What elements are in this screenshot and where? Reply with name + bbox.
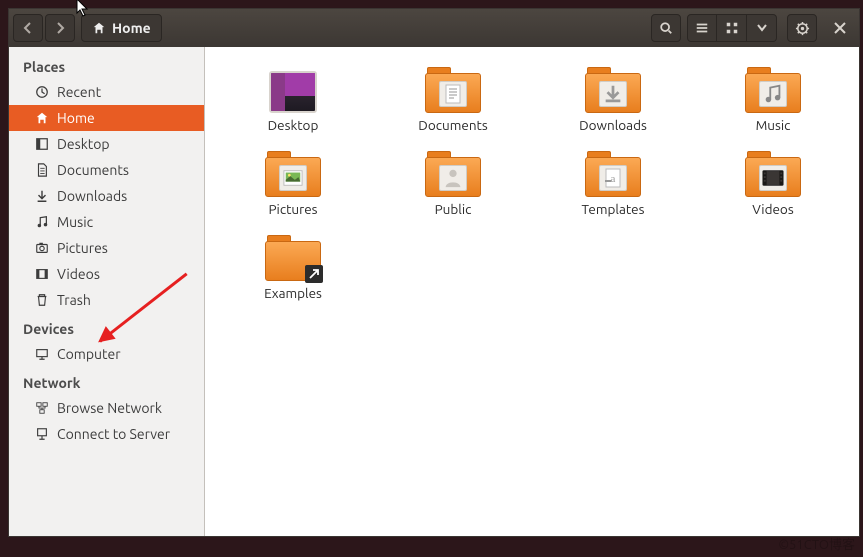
view-options-button[interactable]	[747, 14, 777, 42]
sidebar-item-browse-network[interactable]: Browse Network	[9, 395, 204, 421]
sidebar-item-label: Pictures	[57, 240, 108, 256]
file-label: Desktop	[268, 117, 319, 133]
watermark: ©51CTO博客	[778, 534, 855, 553]
file-label: Documents	[418, 117, 487, 133]
file-label: Downloads	[579, 117, 647, 133]
file-item-downloads[interactable]: Downloads	[565, 65, 661, 133]
file-label: Music	[756, 117, 791, 133]
camera-icon	[33, 241, 51, 255]
server-icon	[33, 427, 51, 441]
sidebar-item-label: Downloads	[57, 188, 127, 204]
sidebar-item-label: Trash	[57, 292, 91, 308]
desktop-icon	[33, 137, 51, 151]
forward-button[interactable]	[45, 14, 75, 42]
file-item-videos[interactable]: Videos	[725, 149, 821, 217]
sidebar-item-label: Computer	[57, 346, 121, 362]
template-emblem-icon: a	[599, 165, 627, 191]
gear-button[interactable]	[787, 14, 817, 42]
file-item-pictures[interactable]: Pictures	[245, 149, 341, 217]
trash-icon	[33, 293, 51, 307]
content-area: Places Recent Home Desktop Documents Download…	[9, 47, 859, 536]
file-item-public[interactable]: Public	[405, 149, 501, 217]
cursor-pointer-icon	[76, 0, 90, 18]
file-item-documents[interactable]: Documents	[405, 65, 501, 133]
network-icon	[33, 401, 51, 415]
video-emblem-icon	[759, 165, 787, 191]
sidebar-item-pictures[interactable]: Pictures	[9, 235, 204, 261]
clock-icon	[33, 85, 51, 99]
file-manager-window: Home Places Recent Home Desktop Documents Dow…	[8, 8, 860, 537]
file-label: Public	[435, 201, 472, 217]
file-item-desktop[interactable]: Desktop	[245, 65, 341, 133]
folder-icon: a	[585, 149, 641, 197]
folder-icon	[425, 65, 481, 113]
document-emblem-icon	[439, 81, 467, 107]
view-list-button[interactable]	[687, 14, 717, 42]
desktop-folder-icon	[265, 65, 321, 113]
sidebar-item-desktop[interactable]: Desktop	[9, 131, 204, 157]
sidebar-item-label: Documents	[57, 162, 129, 178]
sidebar-item-trash[interactable]: Trash	[9, 287, 204, 313]
link-emblem-icon	[305, 265, 323, 283]
file-item-templates[interactable]: a Templates	[565, 149, 661, 217]
sidebar-item-downloads[interactable]: Downloads	[9, 183, 204, 209]
pathbar-label: Home	[112, 20, 151, 36]
music-emblem-icon	[759, 81, 787, 107]
download-icon	[33, 189, 51, 203]
sidebar-item-label: Recent	[57, 84, 101, 100]
file-label: Pictures	[268, 201, 317, 217]
view-grid-button[interactable]	[717, 14, 747, 42]
computer-icon	[33, 347, 51, 361]
sidebar-item-label: Videos	[57, 266, 100, 282]
sidebar-item-label: Music	[57, 214, 93, 230]
video-icon	[33, 267, 51, 281]
file-label: Examples	[264, 285, 322, 301]
download-emblem-icon	[599, 81, 627, 107]
svg-text:a: a	[611, 173, 616, 185]
folder-icon	[265, 233, 321, 281]
sidebar-item-connect-server[interactable]: Connect to Server	[9, 421, 204, 447]
picture-emblem-icon	[279, 165, 307, 191]
sidebar-item-documents[interactable]: Documents	[9, 157, 204, 183]
sidebar-item-label: Connect to Server	[57, 426, 170, 442]
file-item-music[interactable]: Music	[725, 65, 821, 133]
document-icon	[33, 163, 51, 177]
folder-icon	[585, 65, 641, 113]
file-label: Videos	[752, 201, 793, 217]
sidebar-section-header: Network	[9, 367, 204, 395]
toolbar: Home	[9, 9, 859, 47]
sidebar-item-label: Desktop	[57, 136, 110, 152]
folder-icon	[425, 149, 481, 197]
sidebar-item-label: Home	[57, 110, 95, 126]
music-icon	[33, 215, 51, 229]
folder-icon	[745, 149, 801, 197]
sidebar: Places Recent Home Desktop Documents Download…	[9, 47, 205, 536]
sidebar-item-home[interactable]: Home	[9, 105, 204, 131]
home-icon	[33, 111, 51, 125]
sidebar-item-recent[interactable]: Recent	[9, 79, 204, 105]
sidebar-section-header: Places	[9, 51, 204, 79]
file-item-examples[interactable]: Examples	[245, 233, 341, 301]
public-emblem-icon	[439, 165, 467, 191]
back-button[interactable]	[13, 14, 43, 42]
home-icon	[92, 21, 106, 35]
pathbar-home-button[interactable]: Home	[81, 14, 162, 42]
main-view[interactable]: Desktop Documents Downloads Music Pictures Pu…	[205, 47, 859, 536]
close-button[interactable]	[825, 14, 855, 42]
folder-icon	[265, 149, 321, 197]
search-button[interactable]	[651, 14, 681, 42]
file-label: Templates	[582, 201, 645, 217]
folder-icon	[745, 65, 801, 113]
sidebar-item-music[interactable]: Music	[9, 209, 204, 235]
sidebar-item-label: Browse Network	[57, 400, 162, 416]
file-grid: Desktop Documents Downloads Music Pictures Pu…	[215, 65, 849, 301]
